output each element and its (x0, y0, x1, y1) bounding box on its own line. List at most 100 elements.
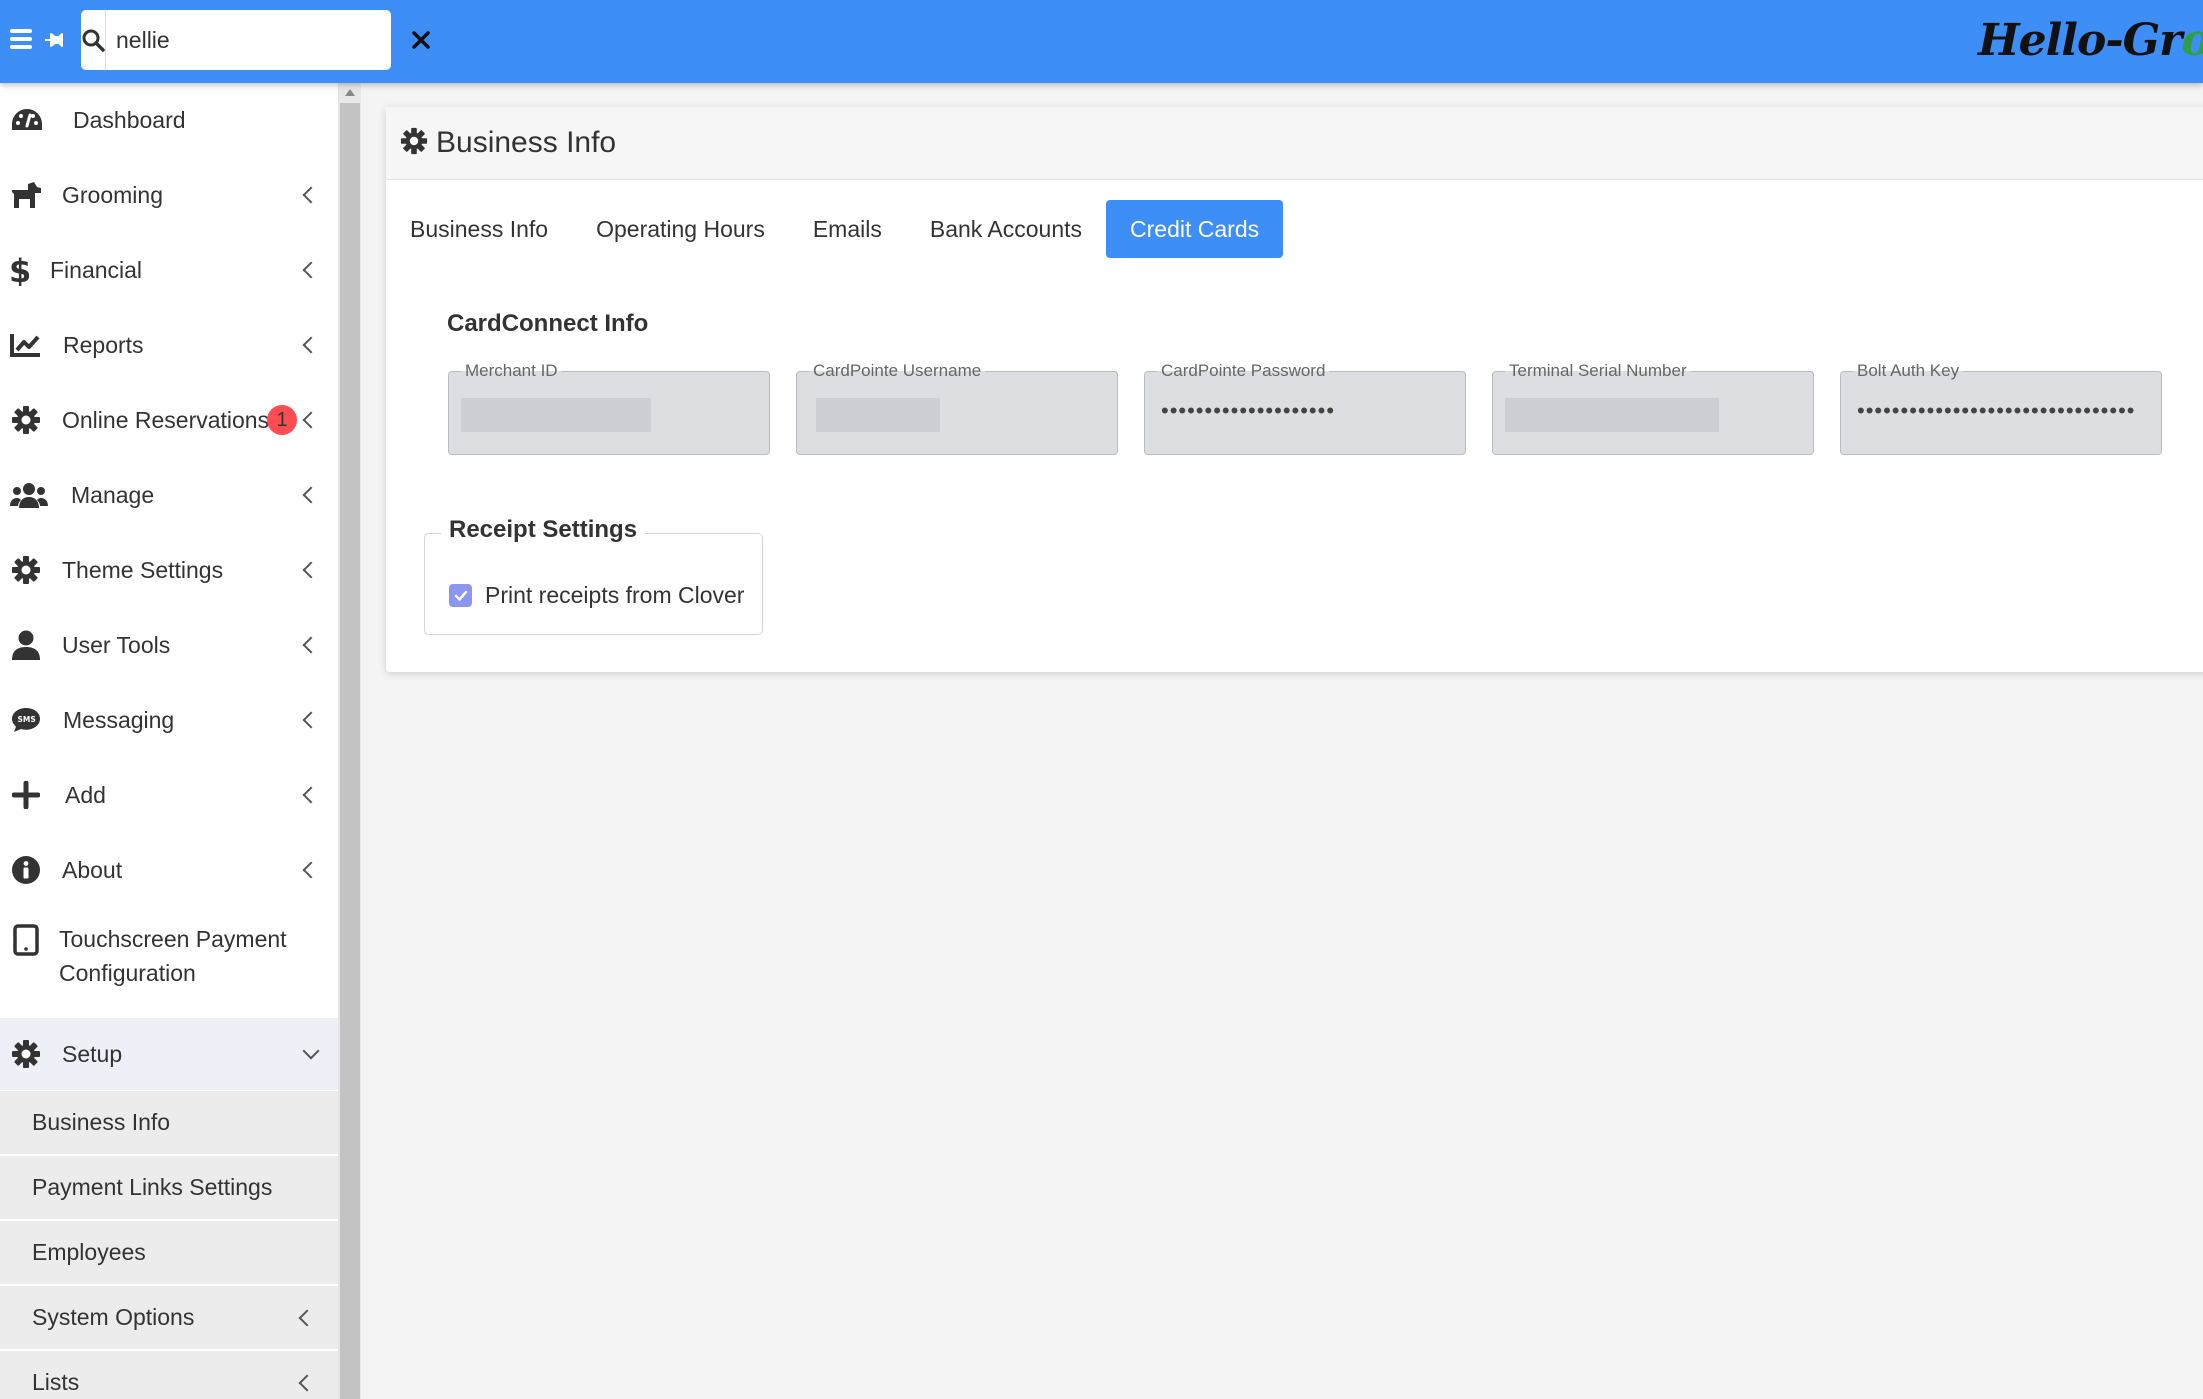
tab-credit-cards[interactable]: Credit Cards (1106, 200, 1284, 258)
sidebar-item-financial[interactable]: $ Financial (0, 235, 338, 305)
password-value: •••••••••••••••••••• (1161, 398, 1336, 423)
user-icon (1, 630, 51, 660)
tab-emails[interactable]: Emails (789, 200, 906, 258)
sidebar-subitem-label: System Options (32, 1304, 195, 1330)
redacted-value (461, 398, 651, 432)
sidebar-item-label-line1: Touchscreen Payment (59, 926, 287, 952)
sidebar-item-label: About (62, 857, 123, 883)
sidebar-item-label: Messaging (63, 707, 175, 733)
chevron-left-icon (302, 486, 320, 504)
print-receipts-checkbox[interactable] (449, 584, 472, 607)
search-box (81, 10, 430, 70)
auth-key-value: •••••••••••••••••••••••••••••••• (1857, 398, 2136, 423)
field-label: CardPointe Username (809, 361, 986, 381)
cardconnect-info-title: CardConnect Info (447, 310, 649, 337)
redacted-value (816, 398, 940, 432)
business-info-panel: Business Info Business Info Operating Ho… (386, 107, 2203, 672)
tab-bank-accounts[interactable]: Bank Accounts (906, 200, 1106, 258)
chevron-left-icon (302, 186, 320, 204)
chevron-left-icon (302, 336, 320, 354)
receipt-settings-title: Receipt Settings (441, 516, 646, 544)
print-receipts-label: Print receipts from Clover (485, 582, 745, 608)
sidebar-item-label-line2: Configuration (59, 960, 196, 986)
clear-search-icon[interactable] (412, 10, 430, 70)
gear-icon (1, 405, 51, 435)
search-icon[interactable] (81, 10, 106, 70)
sidebar-subitem-lists[interactable]: Lists (0, 1351, 338, 1399)
sidebar-item-user-tools[interactable]: User Tools (0, 610, 338, 680)
chevron-left-icon (302, 861, 320, 879)
gear-icon (1, 1039, 51, 1069)
hello-groom-logo[interactable]: Hello-Groom (1978, 6, 2203, 76)
sidebar-item-dashboard[interactable]: Dashboard (0, 85, 338, 155)
menu-toggle-icon[interactable] (10, 29, 32, 49)
gear-icon (1, 555, 51, 585)
sidebar-item-messaging[interactable]: SMS Messaging (0, 685, 338, 755)
sidebar-item-label: Add (65, 782, 106, 808)
chevron-down-icon (302, 1042, 320, 1060)
chevron-left-icon (302, 561, 320, 579)
sidebar-subitem-payment-links-settings[interactable]: Payment Links Settings (0, 1156, 338, 1220)
sidebar-item-label: Grooming (62, 182, 163, 208)
cardpointe-username-field[interactable]: CardPointe Username (796, 361, 1118, 455)
sidebar-item-about[interactable]: About (0, 835, 338, 905)
chart-icon (1, 332, 51, 358)
chevron-left-icon (302, 786, 320, 804)
sidebar-item-manage[interactable]: Manage (0, 460, 338, 530)
chevron-left-icon (298, 1374, 316, 1391)
sidebar-item-touchscreen-payment[interactable]: Touchscreen Payment Configuration (0, 910, 338, 1006)
scrollbar-thumb[interactable] (340, 103, 360, 1399)
sidebar-scrollbar[interactable] (339, 83, 361, 1399)
pin-icon[interactable] (43, 28, 67, 52)
svg-text:SMS: SMS (18, 715, 36, 724)
dog-icon (1, 180, 51, 210)
dollar-icon: $ (1, 254, 37, 286)
sidebar-subitem-system-options[interactable]: System Options (0, 1286, 338, 1350)
chevron-left-icon (302, 636, 320, 654)
sidebar-subitem-business-info[interactable]: Business Info (0, 1091, 338, 1155)
chevron-left-icon (298, 1309, 316, 1326)
svg-text:$: $ (9, 254, 29, 286)
sidebar-item-label: Manage (71, 482, 155, 508)
redacted-value (1505, 398, 1719, 432)
users-icon (1, 481, 57, 509)
chevron-left-icon (302, 711, 320, 729)
info-icon (1, 855, 51, 885)
sidebar-item-label: User Tools (62, 632, 171, 658)
sidebar-item-label: Financial (50, 257, 143, 283)
chevron-left-icon (302, 411, 320, 429)
checkmark-icon (454, 590, 467, 601)
top-bar: Hello-Groom (0, 0, 2203, 83)
tablet-icon (1, 922, 51, 956)
field-label: Merchant ID (461, 361, 562, 381)
dashboard-icon (1, 107, 53, 133)
plus-icon (1, 781, 51, 809)
merchant-id-field[interactable]: Merchant ID (448, 361, 770, 455)
field-label: Bolt Auth Key (1853, 361, 1964, 381)
scroll-up-arrow-icon[interactable] (345, 89, 355, 96)
sidebar-item-online-reservations[interactable]: Online Reservations 1 (0, 385, 338, 455)
sms-icon: SMS (1, 706, 51, 734)
page-title: Business Info (436, 126, 617, 159)
print-receipts-checkbox-row[interactable]: Print receipts from Clover (449, 582, 744, 609)
cardpointe-password-field[interactable]: CardPointe Password •••••••••••••••••••• (1144, 361, 1466, 455)
sidebar-subitem-employees[interactable]: Employees (0, 1221, 338, 1285)
field-label: CardPointe Password (1157, 361, 1330, 381)
sidebar-item-label: Touchscreen Payment Configuration (59, 922, 287, 990)
tab-business-info[interactable]: Business Info (386, 200, 572, 258)
sidebar-item-label: Setup (62, 1041, 123, 1067)
field-label: Terminal Serial Number (1505, 361, 1691, 381)
sidebar-item-setup[interactable]: Setup (0, 1018, 338, 1090)
terminal-serial-number-field[interactable]: Terminal Serial Number (1492, 361, 1814, 455)
sidebar: Dashboard Grooming $ Financial Reports O… (0, 83, 339, 1399)
receipt-settings-group: Receipt Settings Print receipts from Clo… (424, 516, 763, 635)
search-input[interactable] (106, 12, 412, 68)
tab-operating-hours[interactable]: Operating Hours (572, 200, 789, 258)
notification-badge: 1 (267, 405, 297, 435)
chevron-left-icon (302, 261, 320, 279)
sidebar-item-reports[interactable]: Reports (0, 310, 338, 380)
sidebar-item-add[interactable]: Add (0, 760, 338, 830)
bolt-auth-key-field[interactable]: Bolt Auth Key ••••••••••••••••••••••••••… (1840, 361, 2162, 455)
sidebar-item-theme-settings[interactable]: Theme Settings (0, 535, 338, 605)
sidebar-item-grooming[interactable]: Grooming (0, 160, 338, 230)
